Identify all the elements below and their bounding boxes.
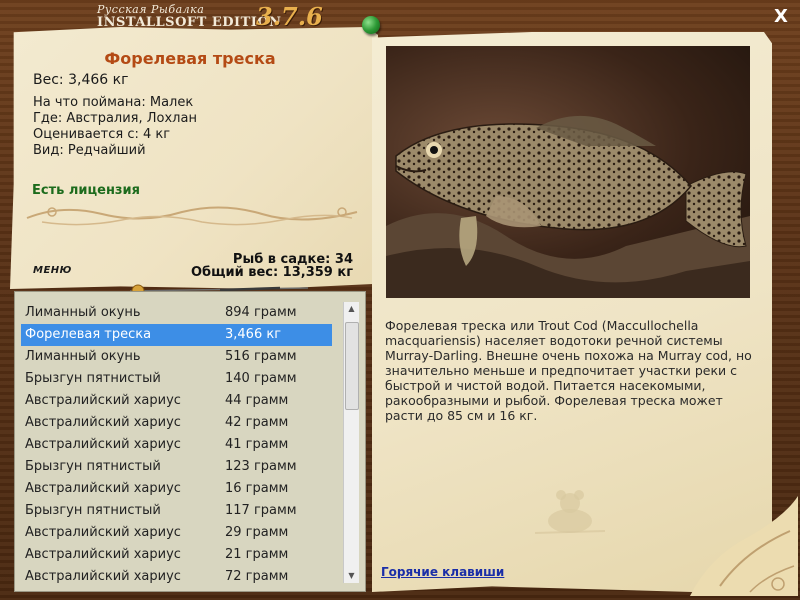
catch-fish-weight: 21 грамм — [225, 547, 289, 562]
catch-fish-weight: 140 грамм — [225, 371, 297, 386]
catch-list-row[interactable]: Австралийский хариус 21 грамм — [21, 544, 332, 566]
fish-location: Где: Австралия, Лохлан — [33, 111, 197, 126]
license-status: Есть лицензия — [32, 183, 140, 198]
mascot-silhouette-icon — [535, 490, 605, 534]
catch-fish-name: Австралийский хариус — [25, 569, 181, 584]
catch-list-row[interactable]: Австралийский хариус 72 грамм — [21, 566, 332, 588]
scroll-up-arrow-icon[interactable]: ▲ — [344, 302, 359, 316]
scroll-thumb[interactable] — [345, 322, 359, 410]
app-title: Русская Рыбалка INSTALLSOFT EDITION — [97, 4, 282, 29]
catch-list-row[interactable]: Лиманный окунь 894 грамм — [21, 302, 332, 324]
catch-fish-weight: 117 грамм — [225, 503, 297, 518]
catch-fish-weight: 29 грамм — [225, 525, 289, 540]
catch-list-row[interactable]: Австралийский хариус 29 грамм — [21, 522, 332, 544]
app-version: 3.7.6 — [256, 2, 323, 31]
catch-fish-weight: 516 грамм — [225, 349, 297, 364]
catch-fish-weight: 123 грамм — [225, 459, 297, 474]
close-icon: X — [774, 6, 788, 27]
catch-fish-weight: 894 грамм — [225, 305, 297, 320]
catch-fish-name: Лиманный окунь — [25, 305, 141, 320]
fish-bait: На что поймана: Малек — [33, 95, 194, 110]
catch-fish-name: Форелевая треска — [25, 327, 152, 342]
catch-list-row[interactable]: Австралийский хариус 44 грамм — [21, 390, 332, 412]
close-button[interactable]: X — [772, 8, 790, 26]
catch-list-row[interactable]: Брызгун пятнистый 123 грамм — [21, 456, 332, 478]
catch-list-row[interactable]: Австралийский хариус 16 грамм — [21, 478, 332, 500]
fish-description: Форелевая треска или Trout Cod (Maccullo… — [385, 318, 752, 423]
catch-list-row[interactable]: Брызгун пятнистый 117 грамм — [21, 500, 332, 522]
app-title-line1: Русская Рыбалка — [97, 3, 205, 16]
catch-fish-name: Брызгун пятнистый — [25, 371, 161, 386]
ornament-divider — [26, 206, 358, 226]
catch-fish-weight: 41 грамм — [225, 437, 289, 452]
catch-list-row[interactable]: Лиманный окунь 516 грамм — [21, 346, 332, 368]
catch-fish-weight: 16 грамм — [225, 481, 289, 496]
catch-fish-name: Австралийский хариус — [25, 393, 181, 408]
catch-fish-name: Австралийский хариус — [25, 525, 181, 540]
scroll-down-arrow-icon[interactable]: ▼ — [344, 569, 359, 583]
list-scrollbar[interactable]: ▲ ▼ — [343, 302, 359, 583]
catch-list-rows: Лиманный окунь 894 грамм Форелевая треска 3… — [21, 302, 332, 588]
catch-fish-name: Лиманный окунь — [25, 349, 141, 364]
catch-list[interactable]: Лиманный окунь 894 грамм Форелевая треска 3… — [14, 291, 366, 592]
catch-list-row[interactable]: Австралийский хариус 41 грамм — [21, 434, 332, 456]
catch-fish-name: Австралийский хариус — [25, 547, 181, 562]
keepnet-total-weight: Общий вес: 13,359 кг — [190, 265, 353, 280]
catch-fish-name: Австралийский хариус — [25, 481, 181, 496]
page-curl-ornament — [690, 496, 798, 596]
fish-name: Форелевая треска — [104, 49, 276, 68]
catch-list-row[interactable]: Австралийский хариус 42 грамм — [21, 412, 332, 434]
fish-rarity: Вид: Редчайший — [33, 143, 146, 158]
catch-fish-weight: 44 грамм — [225, 393, 289, 408]
fish-weight: Вес: 3,466 кг — [33, 72, 129, 88]
catch-list-row[interactable]: Брызгун пятнистый 140 грамм — [21, 368, 332, 390]
menu-button[interactable]: МЕНЮ — [33, 265, 72, 276]
fish-photo — [386, 46, 750, 298]
catch-fish-name: Брызгун пятнистый — [25, 503, 161, 518]
app-title-line2: INSTALLSOFT EDITION — [97, 15, 282, 30]
catch-fish-weight: 3,466 кг — [225, 327, 282, 342]
catch-fish-weight: 72 грамм — [225, 569, 289, 584]
catch-fish-name: Брызгун пятнистый — [25, 459, 161, 474]
catch-fish-name: Австралийский хариус — [25, 437, 181, 452]
green-pin-icon — [362, 16, 380, 34]
fish-value-threshold: Оценивается с: 4 кг — [33, 127, 171, 142]
catch-list-row[interactable]: Форелевая треска 3,466 кг — [21, 324, 332, 346]
hotkeys-link[interactable]: Горячие клавиши — [381, 565, 504, 579]
catch-fish-name: Австралийский хариус — [25, 415, 181, 430]
catch-fish-weight: 42 грамм — [225, 415, 289, 430]
